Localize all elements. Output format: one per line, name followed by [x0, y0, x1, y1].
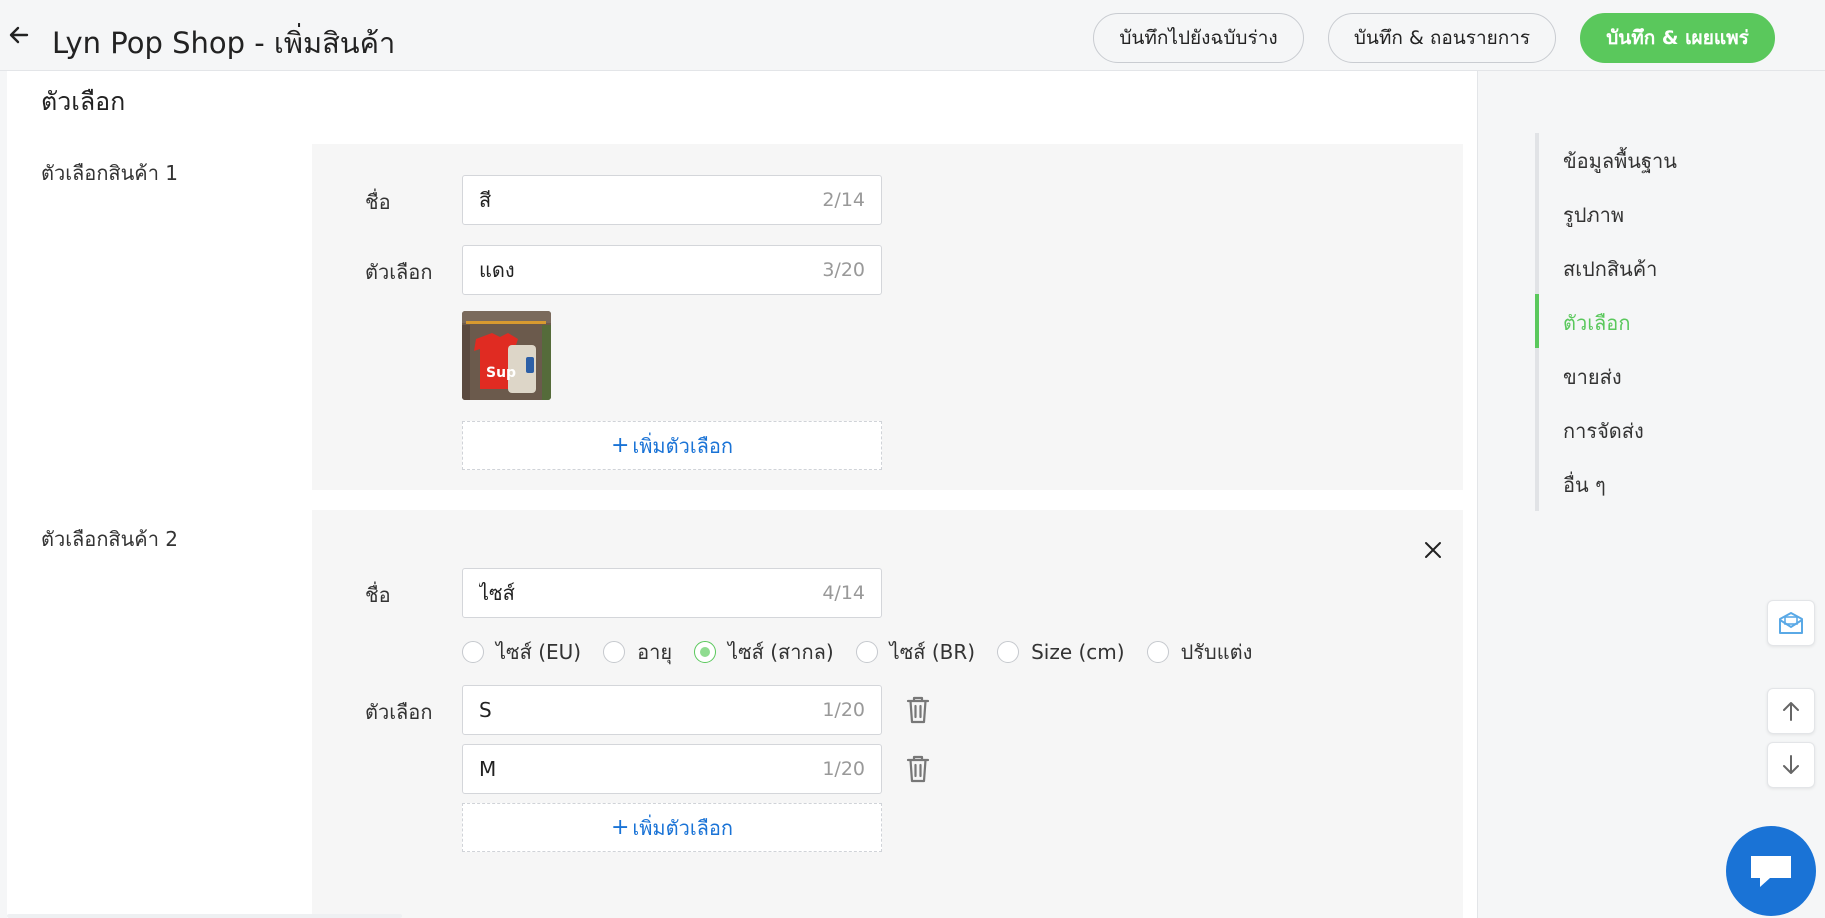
arrow-left-icon: [9, 26, 29, 44]
add-option-label: เพิ่มตัวเลือก: [632, 433, 734, 458]
input-value: ไซส์: [479, 581, 515, 605]
char-count: 1/20: [822, 758, 865, 780]
nav-shipping[interactable]: การจัดส่ง: [1563, 415, 1644, 447]
variation-2-box: ชื่อ ไซส์ 4/14 ไซส์ (EU) อายุ ไซส์ (สากล…: [312, 510, 1463, 918]
arrow-down-icon: [1783, 755, 1799, 774]
size-type-radio-group: ไซส์ (EU) อายุ ไซส์ (สากล) ไซส์ (BR) Siz…: [462, 636, 1274, 668]
delete-option-button[interactable]: [905, 695, 933, 725]
product-photo: Sup: [462, 311, 551, 400]
char-count: 2/14: [822, 189, 865, 211]
variation-1-box: ชื่อ สี 2/14 ตัวเลือก แดง 3/20 Sup + เพิ…: [312, 144, 1463, 490]
radio-label: Size (cm): [1031, 640, 1125, 664]
variation-1-label: ตัวเลือกสินค้า 1: [41, 161, 179, 185]
variation-1-name-label: ชื่อ: [365, 190, 391, 214]
main-panel: ตัวเลือก ตัวเลือกสินค้า 1 ชื่อ สี 2/14 ต…: [7, 71, 1478, 918]
nav-variations[interactable]: ตัวเลือก: [1563, 307, 1630, 339]
back-button[interactable]: [6, 22, 32, 48]
variation-1-option-input[interactable]: แดง 3/20: [462, 245, 882, 295]
char-count: 4/14: [822, 582, 865, 604]
char-count: 1/20: [822, 699, 865, 721]
close-icon: [1425, 542, 1441, 558]
input-value: S: [479, 698, 492, 722]
variation-2-option-input-1[interactable]: S 1/20: [462, 685, 882, 735]
svg-text:Sup: Sup: [486, 365, 516, 381]
radio-circle: [1146, 641, 1169, 663]
chat-button[interactable]: [1726, 826, 1816, 916]
top-header: Lyn Pop Shop - เพิ่มสินค้า บันทึกไปยังฉบ…: [0, 0, 1825, 71]
scroll-up-button[interactable]: [1767, 688, 1815, 734]
variation-2-label: ตัวเลือกสินค้า 2: [41, 527, 179, 551]
variation-2-add-option-button[interactable]: + เพิ่มตัวเลือก: [462, 803, 882, 852]
radio-custom[interactable]: ปรับแต่ง: [1146, 636, 1253, 668]
plus-icon: +: [610, 433, 630, 458]
section-nav: ข้อมูลพื้นฐาน รูปภาพ สเปกสินค้า ตัวเลือก…: [1535, 133, 1765, 511]
radio-circle: [462, 641, 484, 663]
nav-wholesale[interactable]: ขายส่ง: [1563, 361, 1622, 393]
input-value: M: [479, 757, 497, 781]
radio-size-international[interactable]: ไซส์ (สากล): [694, 636, 834, 668]
radio-label: อายุ: [637, 640, 673, 664]
save-delist-button[interactable]: บันทึก & ถอนรายการ: [1328, 13, 1556, 63]
radio-label: ไซส์ (BR): [889, 640, 976, 664]
add-option-label: เพิ่มตัวเลือก: [632, 815, 734, 840]
nav-specs[interactable]: สเปกสินค้า: [1563, 253, 1657, 285]
radio-size-eu[interactable]: ไซส์ (EU): [462, 636, 581, 668]
page-title: Lyn Pop Shop - เพิ่มสินค้า: [52, 26, 396, 60]
plus-icon: +: [610, 815, 630, 840]
scroll-down-button[interactable]: [1767, 742, 1815, 788]
variation-1-option-label: ตัวเลือก: [365, 260, 433, 284]
trash-icon: [906, 696, 930, 724]
nav-basic-info[interactable]: ข้อมูลพื้นฐาน: [1563, 145, 1677, 177]
variation-1-add-option-button[interactable]: + เพิ่มตัวเลือก: [462, 421, 882, 470]
section-title: ตัวเลือก: [41, 87, 126, 116]
delete-option-button[interactable]: [905, 754, 933, 784]
radio-circle: [694, 641, 717, 663]
arrow-up-icon: [1783, 702, 1799, 721]
mail-icon: [1779, 612, 1803, 634]
remove-variation-button[interactable]: [1420, 537, 1446, 563]
radio-size-cm[interactable]: Size (cm): [997, 640, 1125, 664]
input-value: แดง: [479, 258, 515, 282]
variation-2-option-input-2[interactable]: M 1/20: [462, 744, 882, 794]
variation-2-name-label: ชื่อ: [365, 583, 391, 607]
trash-icon: [906, 755, 930, 783]
char-count: 3/20: [822, 259, 865, 281]
radio-label: ไซส์ (EU): [496, 640, 582, 664]
message-button[interactable]: [1767, 600, 1815, 646]
variation-2-name-input[interactable]: ไซส์ 4/14: [462, 568, 882, 618]
radio-circle: [997, 641, 1020, 663]
save-publish-button[interactable]: บันทึก & เผยแพร่: [1580, 13, 1775, 63]
radio-label: ปรับแต่ง: [1180, 640, 1253, 664]
variation-2-option-label: ตัวเลือก: [365, 700, 433, 724]
nav-others[interactable]: อื่น ๆ: [1563, 469, 1606, 501]
option-image-thumbnail[interactable]: Sup: [462, 311, 551, 400]
radio-label: ไซส์ (สากล): [728, 640, 834, 664]
nav-active-indicator: [1535, 294, 1539, 348]
chat-icon: [1751, 856, 1791, 887]
save-draft-button[interactable]: บันทึกไปยังฉบับร่าง: [1093, 13, 1304, 63]
bottom-scrollbar[interactable]: [7, 914, 402, 918]
radio-age[interactable]: อายุ: [603, 636, 672, 668]
radio-size-br[interactable]: ไซส์ (BR): [855, 636, 976, 668]
radio-circle: [603, 641, 626, 663]
input-value: สี: [479, 188, 492, 212]
radio-circle: [855, 641, 878, 663]
variation-1-name-input[interactable]: สี 2/14: [462, 175, 882, 225]
nav-images[interactable]: รูปภาพ: [1563, 199, 1624, 231]
